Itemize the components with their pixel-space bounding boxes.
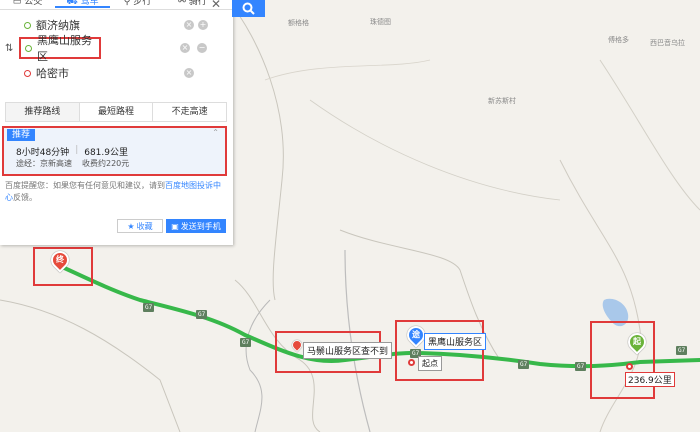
highway-shield: G7 [518, 360, 530, 369]
highway-shield: G7 [143, 303, 155, 312]
mode-walk[interactable]: ⚲ 步行 [110, 0, 165, 7]
remove-waypoint-icon[interactable]: − [197, 43, 207, 53]
route-card[interactable]: 推荐 ⌃ 8小时48分钟 | 681.9公里 途经：京新高速 收费约220元 [2, 126, 227, 176]
map-place-label: 额格格 [288, 19, 309, 27]
route-toll: 收费约220元 [82, 159, 130, 168]
feedback-notice: 百度提醒您：如果您有任何意见和建议，请到百度地图投诉中心反馈。 [5, 181, 221, 202]
swap-icon[interactable]: ⇅ [5, 43, 13, 54]
search-button[interactable] [232, 0, 265, 17]
end-input[interactable]: 哈密市 [36, 65, 180, 81]
recommended-badge: 推荐 [7, 129, 36, 141]
send-to-phone-button[interactable]: ▣ 发送到手机 [166, 219, 226, 233]
waypoint-via-row[interactable]: 黑鹰山服务区 [19, 34, 101, 63]
car-icon: ⛟ [66, 0, 78, 7]
end-dot-icon [24, 69, 31, 77]
via-input[interactable]: 黑鹰山服务区 [37, 32, 99, 64]
walk-icon: ⚲ [123, 0, 131, 7]
route-distance: 681.9公里 [84, 148, 128, 158]
start-point-label: 起点 [418, 356, 442, 371]
via-dot-icon [25, 44, 32, 52]
highlight-box-start [590, 321, 655, 399]
highway-shield: G7 [240, 338, 252, 347]
tab-recommended[interactable]: 推荐路线 [6, 103, 80, 121]
bus-icon: ▭ [12, 0, 22, 7]
clear-icon[interactable]: × [184, 68, 194, 78]
waypoint-end-row[interactable]: 哈密市 × [20, 62, 208, 84]
phone-icon: ▣ [171, 221, 179, 231]
bike-icon: ⚯ [178, 0, 186, 7]
start-input[interactable]: 额济纳旗 [36, 17, 180, 33]
clear-icon[interactable]: × [180, 43, 190, 53]
tab-no-highway[interactable]: 不走高速 [153, 103, 227, 121]
route-duration: 8小时48分钟 [16, 148, 70, 158]
mode-car[interactable]: ⛟ 驾车 [55, 0, 110, 8]
tab-shortest[interactable]: 最短路程 [79, 103, 154, 121]
favorite-button[interactable]: ★ 收藏 [117, 219, 163, 233]
add-waypoint-icon[interactable]: + [198, 20, 208, 30]
map-place-label: 新苏斯村 [488, 97, 516, 105]
highway-shield: G7 [676, 346, 688, 355]
map-place-label: 珠德图 [370, 18, 391, 26]
distance-label: 236.9公里 [625, 372, 675, 387]
clear-icon[interactable]: × [184, 20, 194, 30]
mode-bus[interactable]: ▭ 公交 [0, 0, 55, 7]
map-place-label: 傅格多 [608, 36, 629, 44]
highway-shield: G7 [575, 362, 587, 371]
start-point-dot [408, 359, 415, 366]
route-details: 途经：京新高速 收费约220元 [16, 158, 129, 169]
start-dot-icon [24, 21, 31, 29]
route-summary: 8小时48分钟 | 681.9公里 [16, 145, 128, 158]
search-icon [242, 2, 255, 15]
route-via: 途经：京新高速 [16, 159, 72, 168]
map-place-label: 西巴音乌拉 [650, 39, 685, 47]
star-icon: ★ [127, 221, 135, 231]
route-panel: ▭ 公交 ⛟ 驾车 ⚲ 步行 ⚯ 骑行 ✕ 额济纳旗 × + ⇅ 黑鹰山服务区 × − … [0, 0, 233, 245]
close-icon[interactable]: ✕ [211, 0, 221, 11]
collapse-icon[interactable]: ⌃ [212, 128, 219, 137]
heiyingshan-service-tag[interactable]: 黑鹰山服务区 [424, 333, 487, 350]
travel-mode-bar: ▭ 公交 ⛟ 驾车 ⚲ 步行 ⚯ 骑行 ✕ [0, 0, 233, 11]
close-marker-icon[interactable] [626, 363, 633, 370]
highway-shield: G7 [196, 310, 208, 319]
route-tabs: 推荐路线 最短路程 不走高速 [5, 102, 227, 122]
mazongshan-service-tag[interactable]: 马鬃山服务区查不到 [303, 342, 393, 359]
